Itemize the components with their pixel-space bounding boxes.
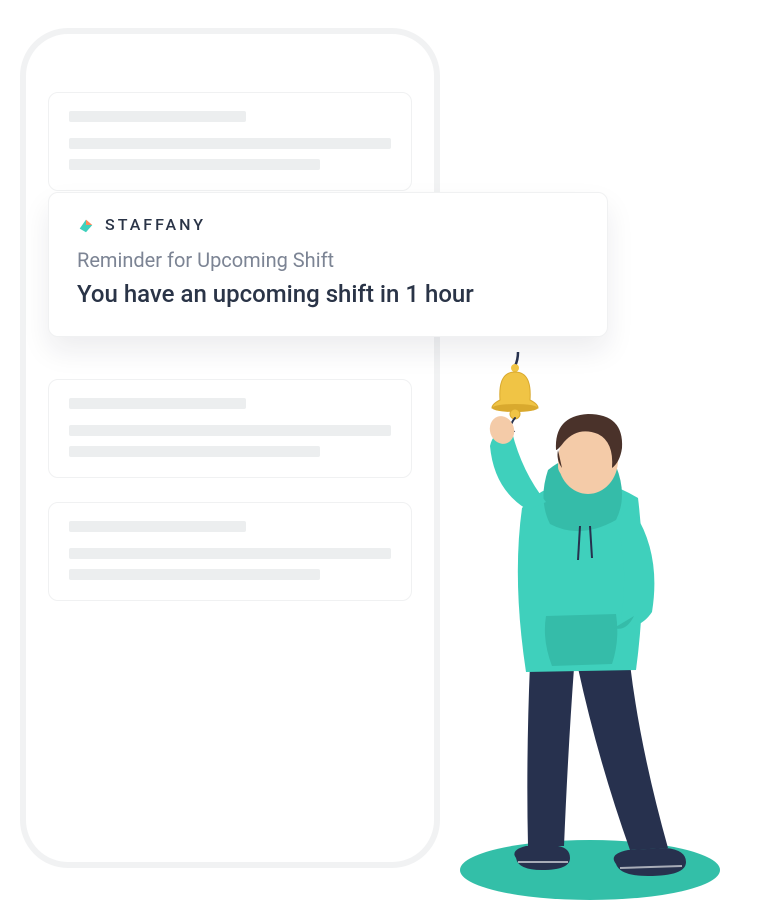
- placeholder-card: [48, 92, 412, 191]
- notification-title: Reminder for Upcoming Shift: [77, 248, 579, 272]
- person-illustration: [430, 380, 750, 890]
- notification-card: STAFFANY Reminder for Upcoming Shift You…: [48, 192, 608, 337]
- placeholder-line: [69, 111, 246, 122]
- placeholder-line: [69, 521, 246, 532]
- placeholder-line: [69, 159, 320, 170]
- notification-brand-name: STAFFANY: [105, 215, 206, 234]
- placeholder-line: [69, 398, 246, 409]
- placeholder-line: [69, 569, 320, 580]
- placeholder-line: [69, 548, 391, 559]
- placeholder-line: [69, 138, 391, 149]
- notification-brand: STAFFANY: [77, 215, 579, 234]
- placeholder-line: [69, 425, 391, 436]
- placeholder-card: [48, 379, 412, 478]
- placeholder-line: [69, 446, 320, 457]
- phone-frame: [20, 28, 440, 868]
- staffany-logo-icon: [77, 216, 95, 234]
- placeholder-card: [48, 502, 412, 601]
- notification-body: You have an upcoming shift in 1 hour: [77, 278, 579, 310]
